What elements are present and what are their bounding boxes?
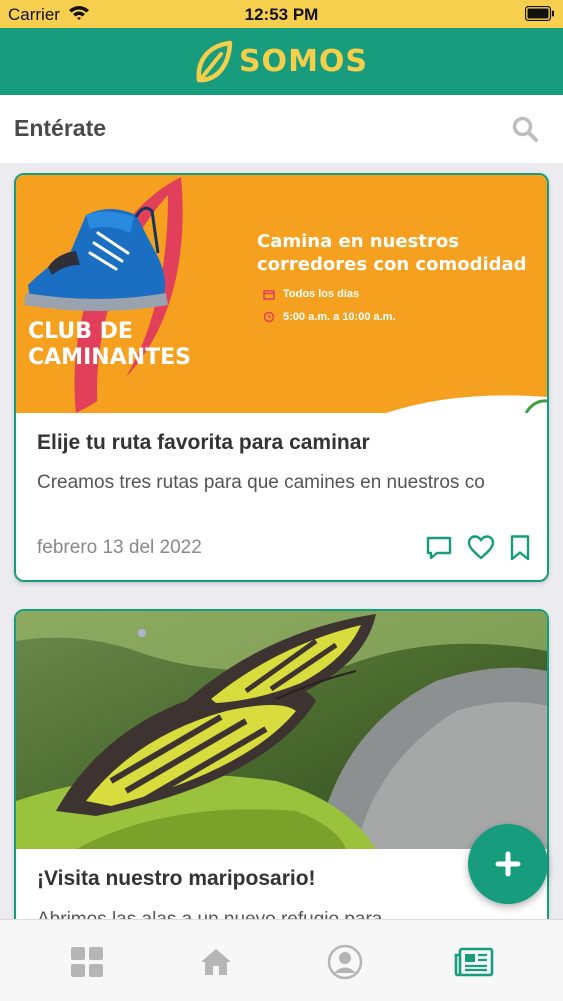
banner-headline-line2: corredores con comodidad (257, 254, 527, 275)
banner-club-line2: CAMINANTES (28, 345, 191, 370)
newspaper-icon (454, 947, 494, 977)
card-date: febrero 13 del 2022 (37, 537, 202, 558)
banner-headline: Camina en nuestros corredores con comodi… (257, 230, 527, 276)
status-bar: Carrier 12:53 PM (0, 0, 563, 28)
search-icon[interactable] (511, 115, 539, 143)
card-banner-image: CLUB DE CAMINANTES Camina en nuestros co… (16, 175, 547, 413)
battery-icon (525, 6, 554, 21)
tab-home[interactable] (196, 942, 236, 982)
banner-days-text: Todos los días (283, 288, 360, 300)
calendar-icon (263, 289, 275, 300)
tab-profile[interactable] (325, 942, 365, 982)
butterfly-photo (16, 611, 547, 849)
section-bar: Entérate (0, 95, 563, 163)
app-logo: SOMOS (195, 40, 368, 84)
comment-icon[interactable] (425, 534, 453, 562)
banner-headline-line1: Camina en nuestros (257, 231, 459, 252)
card-actions (425, 534, 531, 562)
status-time: 12:53 PM (244, 5, 319, 24)
page-title: Entérate (14, 115, 107, 141)
shoe-illustration (24, 206, 168, 311)
app-header: SOMOS (0, 28, 563, 95)
logo-text: SOMOS (238, 44, 369, 79)
banner-hours-text: 5:00 a.m. a 10:00 a.m. (283, 311, 396, 323)
card-photo (16, 611, 547, 849)
user-icon (327, 944, 363, 980)
banner-club-line1: CLUB DE (28, 319, 133, 344)
banner-club-text: CLUB DE CAMINANTES (28, 319, 191, 371)
banner-days-row: Todos los días (263, 288, 359, 300)
add-button[interactable] (468, 824, 548, 904)
plus-icon (495, 851, 521, 877)
card-title: ¡Visita nuestro mariposario! (37, 867, 316, 890)
home-icon (201, 949, 231, 975)
grid-icon (71, 947, 103, 977)
tab-bar (0, 919, 563, 1001)
leaf-logo-icon (196, 40, 233, 82)
heart-icon[interactable] (467, 534, 495, 562)
tab-news[interactable] (454, 942, 494, 982)
tab-dashboard[interactable] (67, 942, 107, 982)
card-description: Abrimos las alas a un nuevo refugio para (37, 907, 527, 919)
news-feed[interactable]: CLUB DE CAMINANTES Camina en nuestros co… (0, 163, 563, 919)
banner-hours-row: 5:00 a.m. a 10:00 a.m. (263, 311, 396, 323)
bookmark-icon[interactable] (509, 534, 531, 562)
clock-icon (263, 311, 275, 323)
card-title: Elije tu ruta favorita para caminar (37, 431, 370, 454)
card-description: Creamos tres rutas para que camines en n… (37, 472, 485, 493)
news-card[interactable]: CLUB DE CAMINANTES Camina en nuestros co… (14, 173, 549, 582)
